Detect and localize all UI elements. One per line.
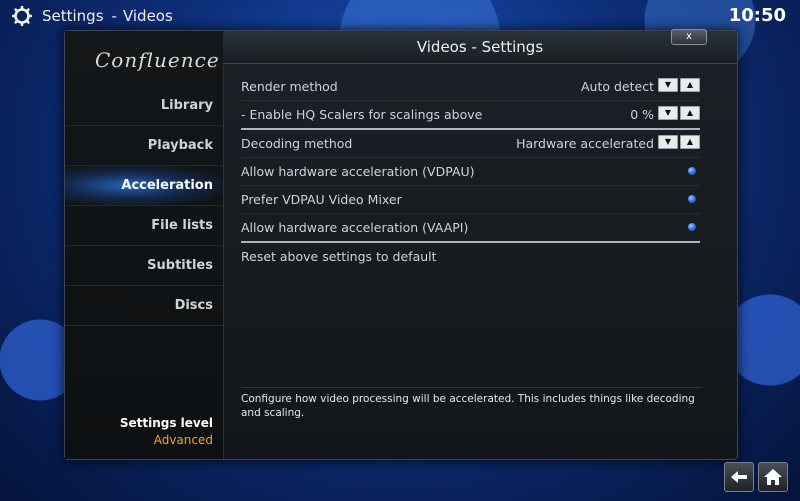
breadcrumb: Settings - Videos: [42, 7, 173, 25]
spin-down-icon[interactable]: ▼: [658, 78, 678, 92]
top-bar: Settings - Videos 10:50: [0, 0, 800, 32]
back-arrow-icon: [731, 471, 747, 483]
sidebar-item-library[interactable]: Library: [65, 86, 223, 126]
setting-label: Prefer VDPAU Video Mixer: [241, 192, 402, 207]
settings-level[interactable]: Settings level Advanced: [120, 416, 213, 447]
setting-value: 0 %: [630, 107, 654, 122]
spinner-control: ▼ ▲: [658, 106, 700, 120]
spin-down-icon[interactable]: ▼: [658, 135, 678, 149]
setting-label: Allow hardware acceleration (VAAPI): [241, 220, 469, 235]
breadcrumb-page: Videos: [122, 7, 173, 25]
radio-on-icon[interactable]: [688, 195, 696, 203]
setting-row-vaapi[interactable]: Allow hardware acceleration (VAAPI): [241, 214, 700, 243]
clock: 10:50: [728, 5, 786, 26]
setting-label: - Enable HQ Scalers for scalings above: [241, 107, 483, 122]
sidebar-item-acceleration[interactable]: Acceleration: [65, 166, 223, 206]
app-logo: Confluence: [95, 48, 220, 72]
setting-value: Hardware accelerated: [516, 136, 654, 151]
bottom-bar: [0, 462, 800, 501]
home-button[interactable]: [758, 462, 788, 492]
back-button[interactable]: [724, 462, 754, 492]
settings-level-value: Advanced: [153, 433, 213, 447]
radio-on-icon[interactable]: [688, 223, 696, 231]
sidebar-item-discs[interactable]: Discs: [65, 286, 223, 326]
setting-label: Reset above settings to default: [241, 249, 437, 264]
setting-row-reset[interactable]: Reset above settings to default: [241, 243, 700, 270]
content-area: Videos - Settings x Render method Auto d…: [223, 29, 737, 459]
setting-row-hq-scalers[interactable]: - Enable HQ Scalers for scalings above 0…: [241, 101, 700, 130]
sidebar-item-label: Subtitles: [147, 258, 213, 273]
sidebar-item-subtitles[interactable]: Subtitles: [65, 246, 223, 286]
close-button[interactable]: x: [671, 29, 707, 45]
setting-label: Allow hardware acceleration (VDPAU): [241, 164, 475, 179]
setting-row-vdpau[interactable]: Allow hardware acceleration (VDPAU): [241, 158, 700, 186]
spin-up-icon[interactable]: ▲: [680, 135, 700, 149]
page-title: Videos - Settings: [223, 31, 737, 64]
sidebar-item-label: Playback: [147, 138, 213, 153]
sidebar-item-label: Acceleration: [121, 178, 213, 193]
setting-row-render-method[interactable]: Render method Auto detect ▼ ▲: [241, 73, 700, 101]
spin-up-icon[interactable]: ▲: [680, 78, 700, 92]
radio-on-icon[interactable]: [688, 167, 696, 175]
sidebar-item-label: Library: [160, 98, 213, 113]
spin-up-icon[interactable]: ▲: [680, 106, 700, 120]
sidebar-item-playback[interactable]: Playback: [65, 126, 223, 166]
setting-value: Auto detect: [581, 79, 654, 94]
gear-icon: [12, 6, 32, 26]
setting-label: Render method: [241, 79, 338, 94]
sidebar-nav: Library Playback Acceleration File lists…: [65, 86, 223, 326]
sidebar: Confluence Library Playback Acceleration…: [65, 31, 224, 459]
settings-level-label: Settings level: [119, 416, 213, 430]
spinner-control: ▼ ▲: [658, 78, 700, 92]
settings-panel: Confluence Library Playback Acceleration…: [64, 29, 738, 460]
setting-label: Decoding method: [241, 136, 353, 151]
settings-list: Render method Auto detect ▼ ▲ - Enable HQ…: [241, 73, 700, 270]
breadcrumb-section: Settings: [42, 7, 104, 25]
sidebar-item-file-lists[interactable]: File lists: [65, 206, 223, 246]
home-icon: [764, 469, 782, 485]
setting-description: Configure how video processing will be a…: [241, 387, 702, 420]
spinner-control: ▼ ▲: [658, 135, 700, 149]
sidebar-item-label: File lists: [151, 218, 213, 233]
setting-row-decoding-method[interactable]: Decoding method Hardware accelerated ▼ ▲: [241, 130, 700, 158]
setting-row-vdpau-mixer[interactable]: Prefer VDPAU Video Mixer: [241, 186, 700, 214]
spin-down-icon[interactable]: ▼: [658, 106, 678, 120]
sidebar-item-label: Discs: [174, 298, 213, 313]
breadcrumb-separator: -: [111, 7, 117, 25]
